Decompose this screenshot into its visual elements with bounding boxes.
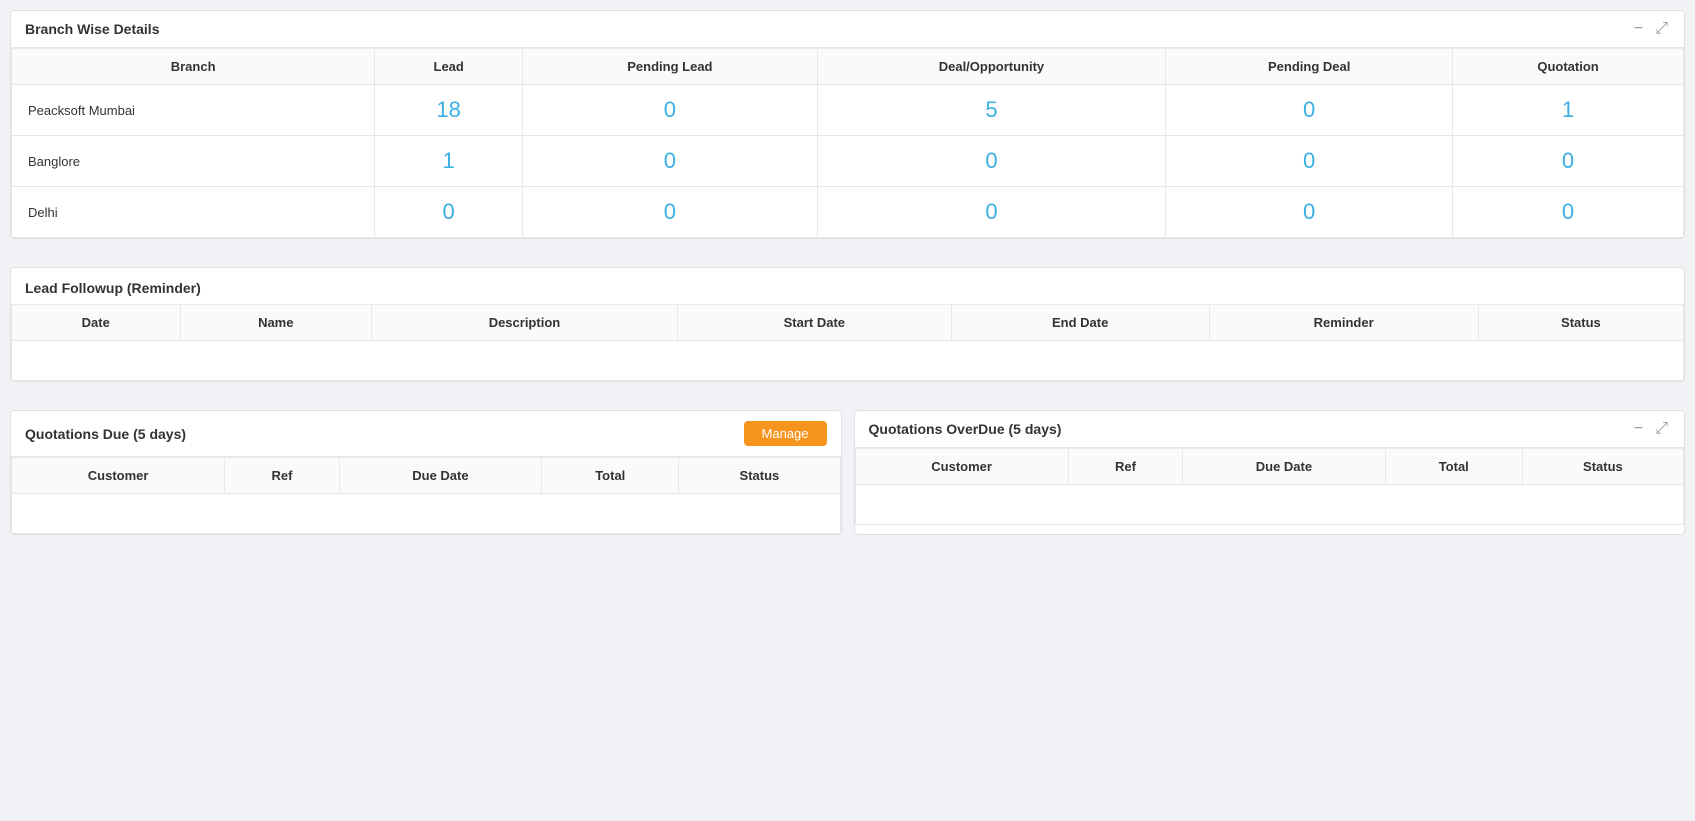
branch-cell-quotation-1: 0 [1453,136,1684,187]
quotations-due-panel: Quotations Due (5 days) Manage Customer … [10,410,842,535]
branch-cell-deal-2: 0 [817,187,1166,238]
branch-cell-pending-lead-2: 0 [523,187,818,238]
quotations-due-header: Quotations Due (5 days) Manage [11,411,841,457]
overdue-controls: − ⤢ [1632,421,1670,437]
overdue-col-due-date: Due Date [1183,449,1386,485]
branch-wise-minimize-btn[interactable]: − [1632,21,1645,37]
lead-followup-panel: Lead Followup (Reminder) Date Name Descr… [10,267,1685,382]
bottom-row: Quotations Due (5 days) Manage Customer … [10,410,1685,535]
due-col-due-date: Due Date [339,458,542,494]
branch-row-0: Peacksoft Mumbai 18 0 5 0 1 [12,85,1684,136]
branch-cell-pending-deal-1: 0 [1166,136,1453,187]
followup-col-reminder: Reminder [1209,305,1478,341]
col-lead: Lead [375,49,523,85]
branch-wise-panel: Branch Wise Details − ⤢ Branch Lead Pend… [10,10,1685,239]
col-quotation: Quotation [1453,49,1684,85]
quotations-overdue-table: Customer Ref Due Date Total Status [855,448,1685,525]
separator-1 [10,251,1685,267]
overdue-minimize-btn[interactable]: − [1632,421,1645,437]
overdue-empty-row [855,485,1684,525]
branch-wise-expand-btn[interactable]: ⤢ [1653,21,1670,37]
due-col-status: Status [679,458,840,494]
due-header-row: Customer Ref Due Date Total Status [12,458,841,494]
lead-followup-table: Date Name Description Start Date End Dat… [11,304,1684,381]
quotations-due-table: Customer Ref Due Date Total Status [11,457,841,534]
followup-empty-row [12,341,1684,381]
branch-cell-deal-1: 0 [817,136,1166,187]
followup-col-status: Status [1478,305,1683,341]
quotations-overdue-table-container: Customer Ref Due Date Total Status [855,448,1685,525]
followup-col-end-date: End Date [951,305,1209,341]
due-col-customer: Customer [12,458,225,494]
col-pending-lead: Pending Lead [523,49,818,85]
branch-cell-pending-deal-2: 0 [1166,187,1453,238]
branch-cell-pending-lead-1: 0 [523,136,818,187]
overdue-header-row: Customer Ref Due Date Total Status [855,449,1684,485]
branch-cell-name-2: Delhi [12,187,375,238]
branch-cell-quotation-2: 0 [1453,187,1684,238]
col-deal: Deal/Opportunity [817,49,1166,85]
due-empty-row [12,494,841,534]
overdue-col-customer: Customer [855,449,1068,485]
branch-cell-pending-lead-0: 0 [523,85,818,136]
overdue-col-total: Total [1385,449,1522,485]
branch-wise-title: Branch Wise Details [25,21,159,37]
followup-header-row: Date Name Description Start Date End Dat… [12,305,1684,341]
branch-row-2: Delhi 0 0 0 0 0 [12,187,1684,238]
quotations-overdue-panel: Quotations OverDue (5 days) − ⤢ Customer… [854,410,1686,535]
followup-col-start-date: Start Date [677,305,951,341]
branch-cell-name-0: Peacksoft Mumbai [12,85,375,136]
lead-followup-title: Lead Followup (Reminder) [11,268,1684,304]
branch-wise-header-row: Branch Lead Pending Lead Deal/Opportunit… [12,49,1684,85]
branch-cell-lead-2: 0 [375,187,523,238]
manage-button[interactable]: Manage [744,421,827,446]
col-branch: Branch [12,49,375,85]
page-wrapper: Branch Wise Details − ⤢ Branch Lead Pend… [0,0,1695,821]
branch-wise-panel-header: Branch Wise Details − ⤢ [11,11,1684,48]
branch-cell-lead-0: 18 [375,85,523,136]
separator-2 [10,394,1685,410]
quotations-overdue-header: Quotations OverDue (5 days) − ⤢ [855,411,1685,448]
followup-col-name: Name [180,305,371,341]
quotations-due-table-container: Customer Ref Due Date Total Status [11,457,841,534]
branch-wise-table-container: Branch Lead Pending Lead Deal/Opportunit… [11,48,1684,238]
branch-wise-controls: − ⤢ [1632,21,1670,37]
branch-row-1: Banglore 1 0 0 0 0 [12,136,1684,187]
col-pending-deal: Pending Deal [1166,49,1453,85]
branch-cell-deal-0: 5 [817,85,1166,136]
followup-col-description: Description [372,305,678,341]
branch-cell-pending-deal-0: 0 [1166,85,1453,136]
followup-col-date: Date [12,305,181,341]
quotations-overdue-title: Quotations OverDue (5 days) [869,421,1062,437]
overdue-col-ref: Ref [1068,449,1182,485]
branch-wise-table: Branch Lead Pending Lead Deal/Opportunit… [11,48,1684,238]
branch-cell-name-1: Banglore [12,136,375,187]
overdue-expand-btn[interactable]: ⤢ [1653,421,1670,437]
due-col-total: Total [542,458,679,494]
lead-followup-table-container: Date Name Description Start Date End Dat… [11,304,1684,381]
due-col-ref: Ref [225,458,339,494]
branch-cell-lead-1: 1 [375,136,523,187]
quotations-due-title: Quotations Due (5 days) [25,426,186,442]
branch-cell-quotation-0: 1 [1453,85,1684,136]
overdue-col-status: Status [1522,449,1683,485]
